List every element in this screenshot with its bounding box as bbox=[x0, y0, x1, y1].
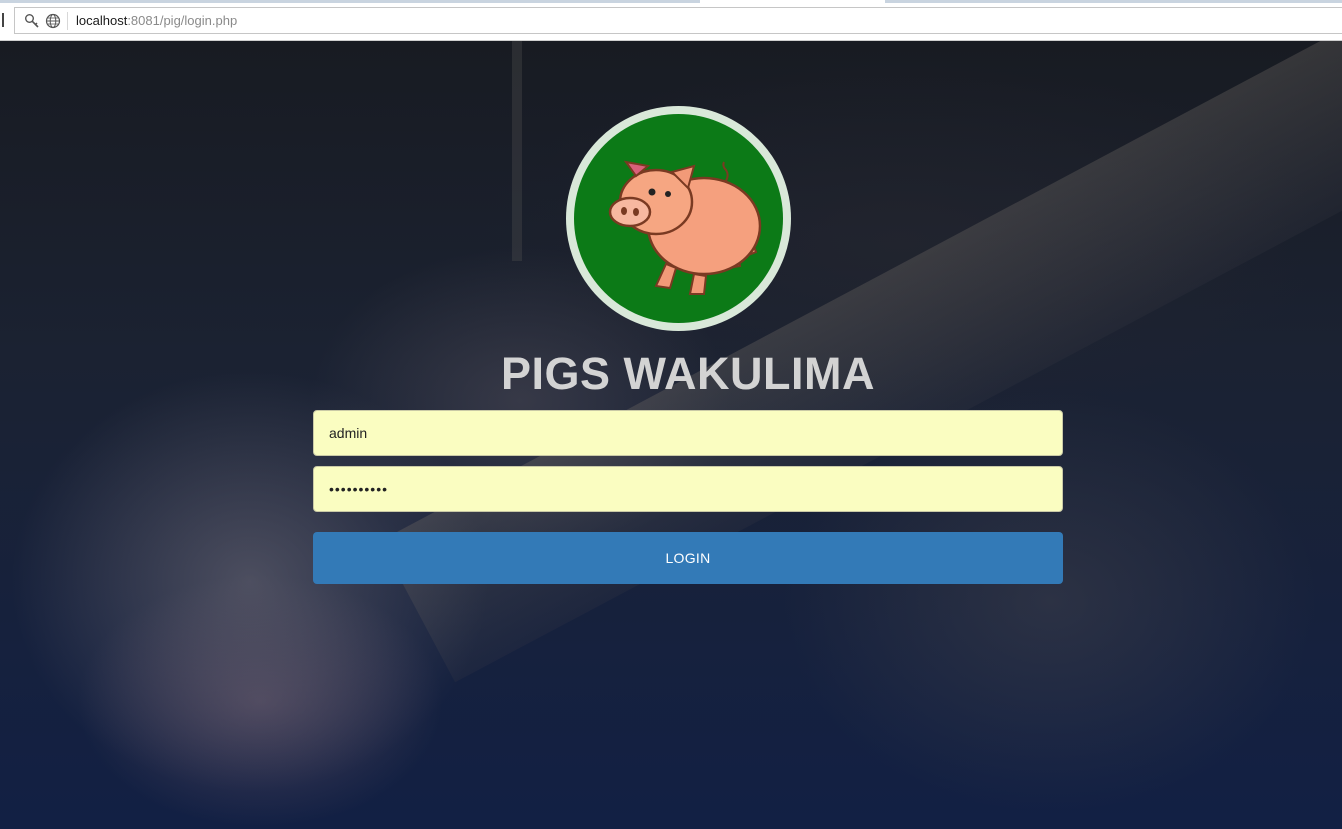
browser-toolbar: localhost:8081/pig/login.php bbox=[0, 0, 1342, 41]
pig-logo-disc bbox=[574, 114, 783, 323]
app-title: PIGS WAKULIMA bbox=[501, 348, 875, 399]
login-page: PIGS WAKULIMA LOGIN bbox=[0, 41, 1342, 829]
back-edge bbox=[0, 13, 4, 27]
pig-logo bbox=[566, 106, 791, 331]
url-path: :8081/pig/login.php bbox=[127, 13, 238, 28]
url-host: localhost bbox=[76, 13, 128, 28]
address-bar[interactable]: localhost:8081/pig/login.php bbox=[14, 7, 1342, 34]
url-text[interactable]: localhost:8081/pig/login.php bbox=[76, 13, 237, 28]
address-separator bbox=[67, 12, 68, 30]
pig-icon bbox=[608, 160, 762, 295]
password-input[interactable] bbox=[313, 466, 1063, 512]
key-icon[interactable] bbox=[24, 13, 40, 29]
globe-icon[interactable] bbox=[45, 13, 61, 29]
username-input[interactable] bbox=[313, 410, 1063, 456]
background-post bbox=[512, 41, 522, 261]
login-button[interactable]: LOGIN bbox=[313, 532, 1063, 584]
tab-strip bbox=[0, 0, 1342, 3]
